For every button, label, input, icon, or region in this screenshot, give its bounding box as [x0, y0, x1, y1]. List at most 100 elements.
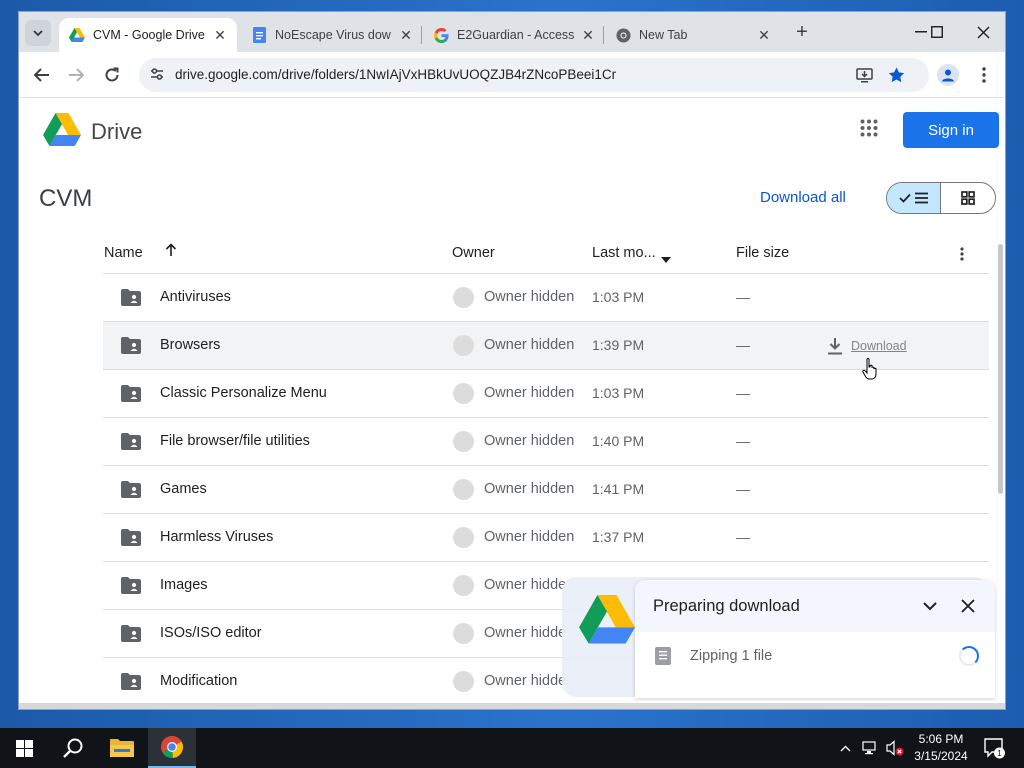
tab-new-tab[interactable]: New Tab ✕ [605, 18, 781, 52]
shared-folder-icon [121, 337, 141, 354]
owner-text: Owner hidde [484, 577, 567, 593]
back-arrow-icon[interactable] [31, 64, 53, 86]
address-bar[interactable]: drive.google.com/drive/folders/1NwIAjVxH… [139, 58, 929, 92]
profile-avatar-icon[interactable] [937, 64, 959, 86]
shared-folder-icon [121, 529, 141, 546]
clock-date: 3/15/2024 [914, 749, 968, 763]
owner-text: Owner hidde [484, 625, 567, 641]
sort-up-arrow-icon[interactable] [165, 243, 177, 261]
download-all-button[interactable]: Download all [760, 189, 846, 206]
file-name: Antiviruses [160, 289, 231, 305]
modified-time: 1:37 PM [592, 529, 645, 545]
column-options-icon[interactable] [955, 243, 969, 265]
browser-menu-icon[interactable] [974, 64, 994, 86]
file-name: Browsers [160, 337, 221, 353]
close-icon[interactable]: ✕ [755, 26, 773, 44]
file-size: — [736, 481, 750, 497]
column-header-name[interactable]: Name [104, 245, 143, 261]
clock-time: 5:06 PM [918, 732, 964, 746]
tab-noescape-virus[interactable]: NoEscape Virus dow ✕ [241, 18, 423, 52]
tab-separator [603, 26, 604, 44]
modified-time: 1:41 PM [592, 481, 645, 497]
windows-start-icon[interactable] [0, 728, 48, 768]
tab-title: CVM - Google Drive [93, 28, 205, 42]
owner-text: Owner hidden [484, 481, 575, 497]
table-row[interactable]: Games Owner hidden 1:41 PM — [103, 466, 989, 514]
tab-title: E2Guardian - Access [457, 28, 575, 42]
list-view-button[interactable] [887, 183, 942, 213]
close-icon[interactable]: ✕ [397, 26, 415, 44]
google-apps-grid-icon[interactable] [860, 119, 882, 141]
row-download-button[interactable]: Download [827, 337, 907, 355]
hand-cursor-icon [862, 357, 878, 380]
file-name: File browser/file utilities [160, 433, 310, 449]
tab-search-chevron-icon[interactable] [25, 20, 51, 46]
checkmark-list-icon [898, 192, 928, 204]
chrome-taskbar-icon[interactable] [148, 728, 196, 768]
table-row[interactable]: Antiviruses Owner hidden 1:03 PM — [103, 274, 989, 322]
page-scrollbar[interactable] [998, 244, 1003, 494]
zip-file-icon [655, 647, 671, 665]
owner-avatar [453, 575, 474, 596]
site-info-icon[interactable] [149, 67, 165, 83]
bookmark-star-icon[interactable] [887, 66, 905, 84]
sort-dropdown-icon[interactable] [661, 251, 671, 267]
new-tab-plus-icon[interactable]: + [791, 22, 813, 44]
horizontal-scrollbar[interactable] [19, 703, 1005, 709]
file-name: Games [160, 481, 207, 497]
tab-title: New Tab [639, 28, 688, 42]
owner-text: Owner hidden [484, 337, 575, 353]
tab-strip: CVM - Google Drive ✕ NoEscape Virus dow … [19, 12, 1005, 52]
view-toggle [886, 182, 996, 214]
shared-folder-icon [121, 433, 141, 450]
tab-e2guardian[interactable]: E2Guardian - Access ✕ [423, 18, 605, 52]
chrome-icon [615, 27, 631, 43]
maximize-icon[interactable] [923, 20, 951, 44]
column-header-file-size[interactable]: File size [736, 245, 789, 261]
table-row[interactable]: File browser/file utilities Owner hidden… [103, 418, 989, 466]
tab-separator [421, 26, 422, 44]
install-app-icon[interactable] [855, 66, 873, 84]
chevron-up-icon[interactable] [836, 728, 854, 768]
system-clock[interactable]: 5:06 PM 3/15/2024 [908, 731, 974, 765]
column-header-owner[interactable]: Owner [452, 245, 495, 261]
table-row[interactable]: Classic Personalize Menu Owner hidden 1:… [103, 370, 989, 418]
drive-brand-name[interactable]: Drive [91, 119, 142, 145]
grid-view-button[interactable] [941, 183, 995, 213]
volume-muted-icon[interactable] [884, 728, 906, 768]
file-explorer-icon[interactable] [98, 728, 146, 768]
close-icon[interactable] [957, 595, 979, 617]
owner-text: Owner hidden [484, 433, 575, 449]
search-icon[interactable] [50, 728, 96, 768]
notification-count: 1 [997, 749, 1002, 758]
shared-folder-icon [121, 625, 141, 642]
loading-spinner-icon [959, 646, 979, 666]
download-label: Download [851, 339, 907, 353]
tab-cvm-google-drive[interactable]: CVM - Google Drive ✕ [59, 18, 237, 52]
owner-avatar [453, 479, 474, 500]
notification-center-icon[interactable]: 1 [982, 736, 1006, 760]
file-size: — [736, 289, 750, 305]
table-row[interactable]: Harmless Viruses Owner hidden 1:37 PM — [103, 514, 989, 562]
column-header-last-modified[interactable]: Last mo... [592, 245, 656, 261]
close-icon[interactable]: ✕ [579, 26, 597, 44]
network-icon[interactable] [860, 728, 880, 768]
shared-folder-icon [121, 385, 141, 402]
owner-text: Owner hidde [484, 673, 567, 689]
forward-arrow-icon[interactable] [65, 64, 87, 86]
google-drive-logo-icon [579, 595, 635, 645]
table-row[interactable]: Browsers Owner hidden 1:39 PM — Download [103, 322, 989, 370]
download-panel: Preparing download Zipping 1 file [635, 580, 995, 698]
window-close-icon[interactable] [969, 20, 997, 44]
folder-title: CVM [39, 185, 93, 212]
download-icon [828, 338, 842, 355]
file-name: Images [160, 577, 208, 593]
chevron-down-icon[interactable] [919, 595, 941, 617]
close-icon[interactable]: ✕ [211, 26, 229, 44]
reload-icon[interactable] [101, 64, 123, 86]
sign-in-button[interactable]: Sign in [903, 112, 999, 148]
modified-time: 1:39 PM [592, 337, 645, 353]
google-drive-icon [69, 27, 85, 43]
google-drive-logo-icon[interactable] [43, 113, 81, 147]
file-name: Harmless Viruses [160, 529, 274, 545]
